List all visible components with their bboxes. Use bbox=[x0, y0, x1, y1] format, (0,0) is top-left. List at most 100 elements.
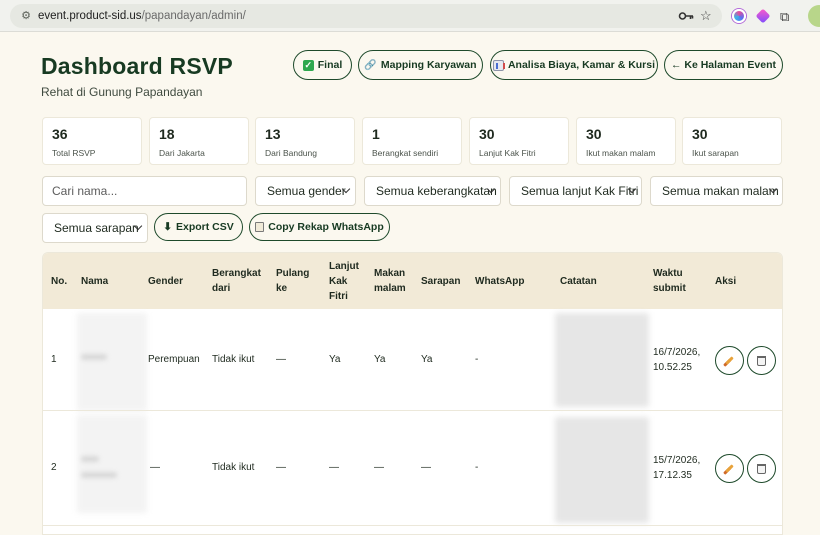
table-header: No. Nama Gender Berangkat dari Pulang ke… bbox=[43, 253, 782, 309]
cell-waktu-time: 17.12.35 bbox=[653, 470, 692, 481]
gender-select[interactable]: Semua gender bbox=[255, 176, 356, 206]
browser-toolbar: ⚙ event.product-sid.us/papandayan/admin/… bbox=[0, 0, 820, 32]
cell-waktu-date: 16/7/2026, bbox=[653, 347, 701, 358]
edit-button[interactable] bbox=[715, 454, 744, 483]
cell-whatsapp: - bbox=[475, 354, 479, 365]
mapping-button-label: Mapping Karyawan bbox=[380, 59, 477, 71]
redacted-name-text bbox=[81, 456, 99, 462]
extension-icon[interactable] bbox=[732, 9, 746, 23]
url-path: /papandayan/admin/ bbox=[141, 10, 246, 22]
stat-value: 1 bbox=[372, 126, 380, 142]
bar-chart-icon bbox=[492, 59, 505, 71]
redacted-name-text bbox=[81, 354, 107, 360]
cell-waktu-date: 15/7/2026, bbox=[653, 455, 701, 466]
column-header-pulang: Pulang ke bbox=[276, 268, 310, 294]
url-text[interactable]: event.product-sid.us/papandayan/admin/ bbox=[38, 10, 246, 22]
stat-card-makan: 30 Ikut makan malam bbox=[576, 117, 676, 165]
page-title: Dashboard RSVP bbox=[41, 53, 233, 79]
stat-label: Ikut sarapan bbox=[692, 148, 739, 158]
stat-value: 13 bbox=[265, 126, 281, 142]
cell-no: 2 bbox=[51, 462, 57, 473]
analisa-biaya-button[interactable]: Analisa Biaya, Kamar & Kursi bbox=[490, 50, 658, 80]
kak-fitri-select[interactable]: Semua lanjut Kak Fitri bbox=[509, 176, 642, 206]
cell-pulang: — bbox=[276, 462, 286, 473]
trash-icon bbox=[757, 355, 766, 366]
analisa-button-label: Analisa Biaya, Kamar & Kursi bbox=[507, 59, 656, 71]
export-csv-label: Export CSV bbox=[176, 221, 234, 233]
stat-value: 36 bbox=[52, 126, 68, 142]
stat-label: Dari Jakarta bbox=[159, 148, 205, 158]
makan-malam-select-value: Semua makan malam bbox=[662, 184, 779, 198]
column-header-whatsapp: WhatsApp bbox=[475, 276, 525, 287]
rsvp-table: No. Nama Gender Berangkat dari Pulang ke… bbox=[42, 252, 783, 535]
stat-value: 30 bbox=[479, 126, 495, 142]
download-arrow-icon: ⬇ bbox=[163, 221, 173, 233]
cell-sarapan: — bbox=[421, 462, 431, 473]
delete-button[interactable] bbox=[747, 454, 776, 483]
column-header-makan: Makan malam bbox=[374, 268, 406, 294]
makan-malam-select[interactable]: Semua makan malam bbox=[650, 176, 783, 206]
cell-waktu-time: 10.52.25 bbox=[653, 362, 692, 373]
bookmark-star-icon[interactable]: ☆ bbox=[700, 8, 712, 24]
redacted-name bbox=[77, 313, 147, 411]
clipboard-icon bbox=[255, 222, 265, 232]
column-header-berangkat: Berangkat dari bbox=[212, 268, 261, 294]
extension-icon[interactable] bbox=[755, 8, 771, 24]
cell-kakfitri: Ya bbox=[329, 354, 341, 365]
stat-card-jakarta: 18 Dari Jakarta bbox=[149, 117, 249, 165]
export-csv-button[interactable]: ⬇ Export CSV bbox=[154, 213, 243, 241]
check-icon: ✓ bbox=[302, 59, 314, 71]
cell-gender: Perempuan bbox=[148, 354, 200, 365]
trash-icon bbox=[757, 463, 766, 474]
site-settings-icon[interactable]: ⚙ bbox=[20, 10, 32, 22]
ke-halaman-event-button[interactable]: ← Ke Halaman Event bbox=[664, 50, 783, 80]
row-divider bbox=[43, 410, 782, 411]
column-header-catatan: Catatan bbox=[560, 276, 597, 287]
gender-select-value: Semua gender bbox=[267, 184, 346, 198]
page-subtitle: Rehat di Gunung Papandayan bbox=[41, 85, 203, 99]
row-divider bbox=[43, 525, 782, 526]
mapping-karyawan-button[interactable]: 🔗 Mapping Karyawan bbox=[358, 50, 483, 80]
copy-rekap-whatsapp-button[interactable]: Copy Rekap WhatsApp bbox=[249, 213, 390, 241]
edit-button[interactable] bbox=[715, 346, 744, 375]
stat-card-kakfitri: 30 Lanjut Kak Fitri bbox=[469, 117, 569, 165]
stat-card-sarapan: 30 Ikut sarapan bbox=[682, 117, 782, 165]
column-header-gender: Gender bbox=[148, 276, 184, 287]
puzzle-extensions-icon[interactable]: ⧉ bbox=[780, 9, 794, 24]
search-input[interactable] bbox=[42, 176, 247, 206]
stat-value: 18 bbox=[159, 126, 175, 142]
cell-makan: — bbox=[374, 462, 384, 473]
link-icon: 🔗 bbox=[364, 59, 377, 71]
keberangkatan-select-value: Semua keberangkatan bbox=[376, 184, 497, 198]
column-header-no: No. bbox=[51, 276, 68, 287]
cell-gender: — bbox=[150, 462, 160, 473]
delete-button[interactable] bbox=[747, 346, 776, 375]
cell-pulang: — bbox=[276, 354, 286, 365]
stat-label: Lanjut Kak Fitri bbox=[479, 148, 536, 158]
cell-kakfitri: — bbox=[329, 462, 339, 473]
cell-no: 1 bbox=[51, 354, 57, 365]
cell-berangkat: Tidak ikut bbox=[212, 462, 255, 473]
final-button[interactable]: ✓ Final bbox=[293, 50, 352, 80]
redacted-catatan bbox=[555, 313, 649, 407]
column-header-waktu: Waktu submit bbox=[653, 268, 686, 294]
sarapan-select[interactable]: Semua sarapan bbox=[42, 213, 148, 243]
column-header-kakfitri: Lanjut Kak Fitri bbox=[329, 261, 359, 302]
stat-label: Total RSVP bbox=[52, 148, 96, 158]
stat-card-total: 36 Total RSVP bbox=[42, 117, 142, 165]
profile-avatar[interactable] bbox=[808, 5, 820, 27]
event-button-label: ← Ke Halaman Event bbox=[670, 59, 777, 71]
column-header-aksi: Aksi bbox=[715, 276, 737, 287]
stat-label: Ikut makan malam bbox=[586, 148, 656, 158]
cell-whatsapp: - bbox=[475, 462, 479, 473]
column-header-nama: Nama bbox=[81, 276, 109, 287]
redacted-name-text bbox=[81, 472, 117, 478]
kak-fitri-select-value: Semua lanjut Kak Fitri bbox=[521, 184, 639, 198]
stat-label: Berangkat sendiri bbox=[372, 148, 439, 158]
cell-berangkat: Tidak ikut bbox=[212, 354, 255, 365]
keberangkatan-select[interactable]: Semua keberangkatan bbox=[364, 176, 501, 206]
stat-value: 30 bbox=[692, 126, 708, 142]
final-button-label: Final bbox=[317, 59, 343, 71]
redacted-catatan bbox=[555, 417, 649, 523]
password-key-icon[interactable] bbox=[678, 9, 694, 23]
